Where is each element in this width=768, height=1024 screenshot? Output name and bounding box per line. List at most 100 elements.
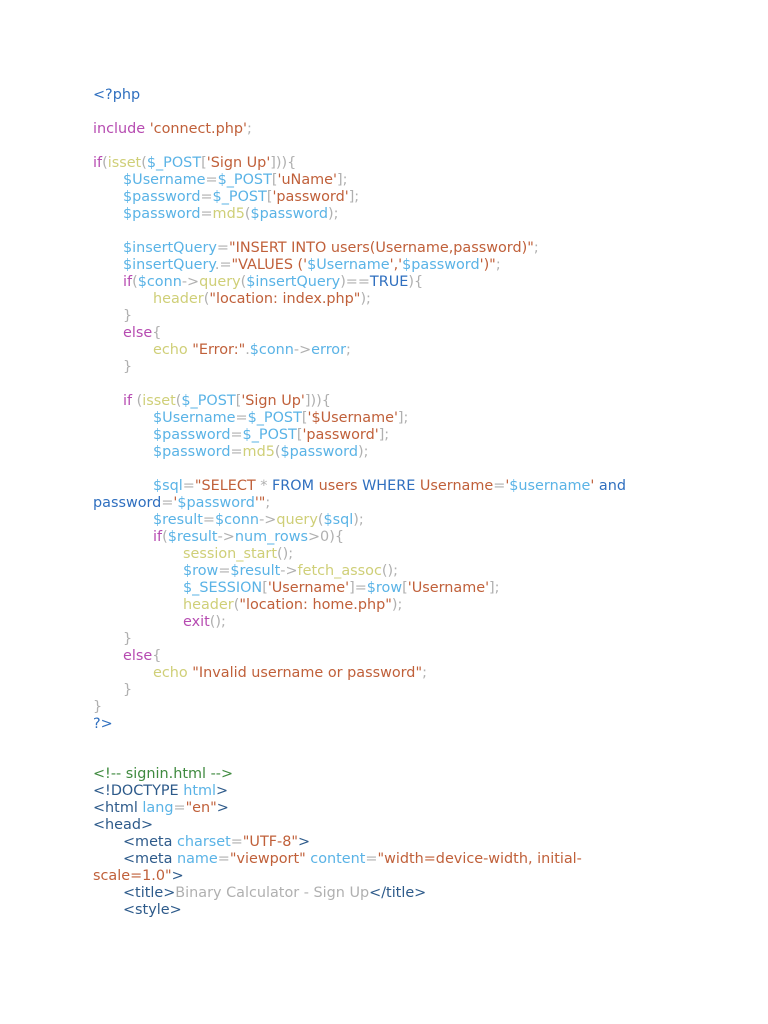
sql-keyword: password	[93, 495, 162, 511]
code-line: <?php	[93, 87, 693, 104]
string: "Error:"	[192, 342, 246, 358]
keyword: else	[123, 325, 153, 341]
keyword: if	[93, 155, 103, 171]
variable: $result	[230, 563, 281, 579]
code-line: echo "Error:".$conn->error;	[153, 342, 351, 358]
variable: $Username	[123, 172, 206, 188]
function: isset	[107, 155, 142, 171]
variable: $conn	[249, 342, 294, 358]
code-line: else{	[123, 648, 162, 664]
variable: num_rows	[234, 529, 308, 545]
string: '"	[254, 495, 266, 511]
code-line: }	[123, 682, 133, 698]
code-line: }	[93, 699, 103, 715]
string: 'Username'	[267, 580, 350, 596]
variable: $password	[153, 427, 231, 443]
code-line: }	[123, 308, 133, 324]
code-line: if($conn->query($insertQuery)==TRUE){	[123, 274, 424, 290]
code-line: $result=$conn->query($sql);	[153, 512, 364, 528]
code-line: header("location: index.php");	[153, 291, 371, 307]
html-attr: lang	[142, 800, 174, 816]
variable: $Username	[153, 410, 236, 426]
string: 'Username'	[407, 580, 490, 596]
function: echo	[153, 665, 188, 681]
code-line: <meta charset="UTF-8">	[123, 834, 311, 850]
keyword: if	[153, 529, 163, 545]
string: users	[318, 478, 358, 494]
function: md5	[212, 206, 245, 222]
code-line: $Username=$_POST['$Username'];	[153, 410, 409, 426]
string: 'uName'	[277, 172, 337, 188]
variable: $_POST	[217, 172, 272, 188]
code-line: <!DOCTYPE html>	[93, 783, 229, 799]
code-document: <?php include 'connect.php'; if(isset($_…	[93, 87, 693, 919]
string: ','	[389, 257, 403, 273]
function: query	[199, 274, 241, 290]
string: ')"	[479, 257, 496, 273]
html-attr: charset	[176, 834, 231, 850]
code-line: $password=md5($password);	[123, 206, 339, 222]
string: 'Sign Up'	[241, 393, 305, 409]
function: md5	[242, 444, 275, 460]
string: "viewport"	[229, 851, 306, 867]
variable: $_POST	[146, 155, 202, 171]
code-line: exit();	[183, 614, 226, 630]
string: "width=device-width, initial-	[377, 851, 582, 867]
php-open-tag: <?php	[93, 87, 141, 103]
code-line: $insertQuery.="VALUES ('$Username','$pas…	[123, 257, 501, 273]
variable: $password	[153, 444, 231, 460]
variable: $Username	[307, 257, 390, 273]
variable: $username	[509, 478, 591, 494]
variable: $conn	[214, 512, 260, 528]
code-line: <html lang="en">	[93, 800, 229, 816]
code-line: <title>Binary Calculator - Sign Up</titl…	[93, 885, 693, 902]
string: Username	[419, 478, 494, 494]
html-attr: html	[183, 783, 216, 799]
code-line: echo "Invalid username or password";	[153, 665, 427, 681]
string: 'Sign Up'	[206, 155, 271, 171]
variable: $password	[250, 206, 328, 222]
variable: $_POST	[181, 393, 236, 409]
html-tag: <meta	[123, 851, 173, 867]
string: "INSERT INTO users(Username,password)"	[228, 240, 534, 256]
html-tag: </title>	[369, 885, 427, 901]
variable: $password	[402, 257, 480, 273]
code-line: ?>	[93, 716, 693, 733]
keyword: exit	[183, 614, 210, 630]
code-line: }	[123, 631, 133, 647]
html-tag: <meta	[123, 834, 173, 850]
code-line: <!-- signin.html -->	[93, 766, 693, 783]
code-line: <style>	[93, 902, 693, 919]
variable: $row	[183, 563, 219, 579]
string: "location: index.php"	[209, 291, 361, 307]
string: "location: home.php"	[239, 597, 392, 613]
code-line: $password=md5($password);	[153, 444, 369, 460]
function: query	[276, 512, 318, 528]
variable: $insertQuery	[246, 274, 341, 290]
variable: $conn	[137, 274, 182, 290]
variable: $_POST	[242, 427, 297, 443]
include-keyword: include	[93, 121, 146, 137]
keyword: if	[123, 274, 133, 290]
function: header	[183, 597, 234, 613]
string: 'password'	[302, 427, 379, 443]
code-line: password='$password'";	[93, 495, 271, 511]
function: fetch_assoc	[297, 563, 382, 579]
sql-keyword: and	[594, 478, 627, 494]
code-line: <head>	[93, 817, 693, 834]
variable: $_SESSION	[183, 580, 263, 596]
html-tag: <style>	[123, 902, 182, 918]
variable: $sql	[153, 478, 183, 494]
variable: $_POST	[212, 189, 267, 205]
include-file: 'connect.php'	[149, 121, 247, 137]
code-line: $password=$_POST['password'];	[123, 189, 360, 205]
code-line: }	[123, 359, 133, 375]
html-tag: <title>	[123, 885, 176, 901]
variable: $password	[177, 495, 255, 511]
code-line: $insertQuery="INSERT INTO users(Username…	[123, 240, 539, 256]
sql-keyword: FROM	[267, 478, 319, 494]
constant: TRUE	[369, 274, 409, 290]
code-line: scale=1.0">	[93, 868, 184, 884]
function: echo	[153, 342, 188, 358]
html-text: Binary Calculator - Sign Up	[175, 885, 370, 901]
